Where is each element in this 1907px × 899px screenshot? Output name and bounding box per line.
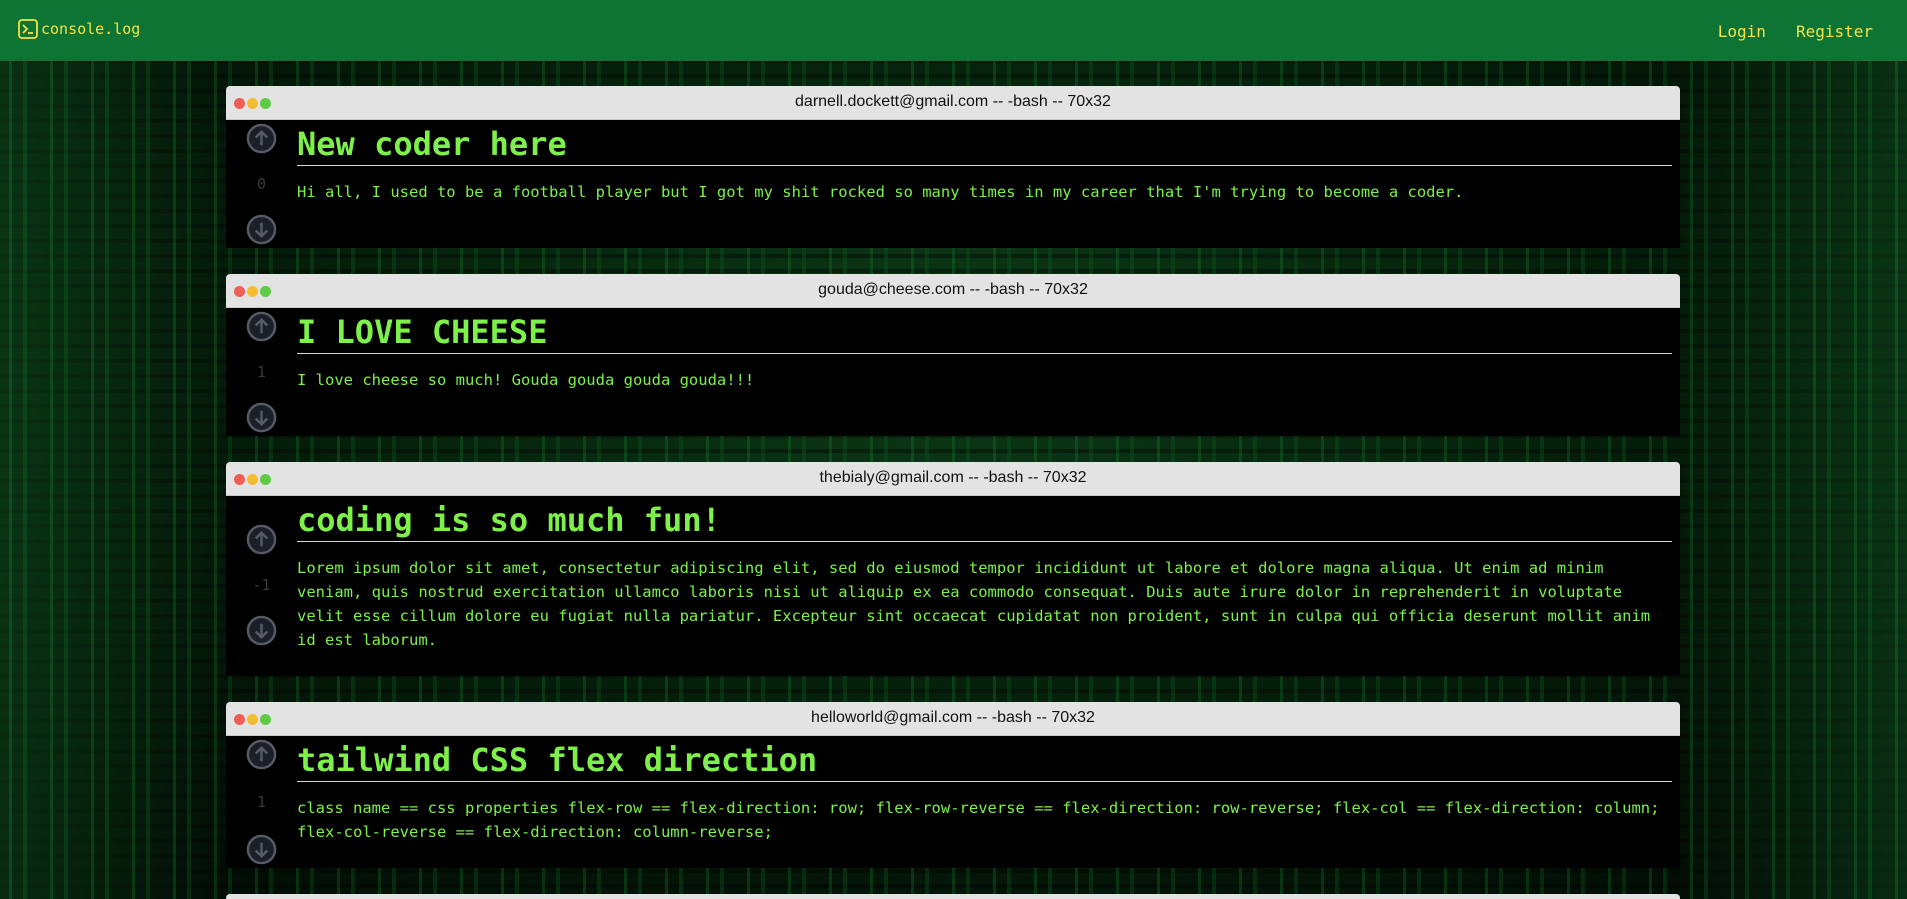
- post-card: helloworld@gmail.com -- -bash -- 70x32 1…: [226, 702, 1680, 868]
- post-content: coding is so much fun! Lorem ipsum dolor…: [297, 496, 1680, 676]
- post-body: -1 coding is so much fun! Lorem ipsum do…: [226, 496, 1680, 676]
- upvote-button[interactable]: [246, 739, 277, 770]
- post-text: Lorem ipsum dolor sit amet, consectetur …: [297, 559, 1651, 649]
- post-author: gouda@cheese.com -- -bash -- 70x32: [818, 281, 1088, 298]
- vote-column: -1: [226, 496, 297, 676]
- terminal-titlebar: thebialy@gmail.com -- -bash -- 70x32: [226, 462, 1680, 496]
- vote-column: 1: [226, 736, 297, 868]
- post-text: Hi all, I used to be a football player b…: [297, 183, 1464, 201]
- vote-score: -1: [252, 576, 271, 594]
- post-card: gouda@cheese.com -- -bash -- 70x32 1 I L…: [226, 274, 1680, 436]
- post-feed: darnell.dockett@gmail.com -- -bash -- 70…: [226, 86, 1680, 899]
- post-text: I love cheese so much! Gouda gouda gouda…: [297, 371, 755, 389]
- post-body: 0 New coder here Hi all, I used to be a …: [226, 120, 1680, 248]
- top-navbar: console.log Login Register: [0, 0, 1907, 61]
- vote-score: 0: [256, 175, 267, 193]
- post-author: darnell.dockett@gmail.com -- -bash -- 70…: [795, 93, 1111, 110]
- downvote-button[interactable]: [246, 402, 277, 433]
- vote-score: 1: [256, 363, 267, 381]
- post-title[interactable]: tailwind CSS flex direction: [297, 736, 1672, 782]
- vote-column: 0: [226, 120, 297, 248]
- post-card: darnell.dockett@gmail.com -- -bash -- 70…: [226, 86, 1680, 248]
- upvote-button[interactable]: [246, 123, 277, 154]
- terminal-titlebar: helloworld@gmail.com -- -bash -- 70x32: [226, 702, 1680, 736]
- downvote-button[interactable]: [246, 214, 277, 245]
- post-content: tailwind CSS flex direction class name =…: [297, 736, 1680, 868]
- post-author: helloworld@gmail.com -- -bash -- 70x32: [811, 709, 1095, 726]
- downvote-button[interactable]: [246, 615, 277, 646]
- next-post-titlebar-peek: [226, 894, 1680, 899]
- post-title[interactable]: coding is so much fun!: [297, 496, 1672, 542]
- post-content: I LOVE CHEESE I love cheese so much! Gou…: [297, 308, 1680, 436]
- vote-column: 1: [226, 308, 297, 436]
- post-content: New coder here Hi all, I used to be a fo…: [297, 120, 1680, 248]
- nav-links: Login Register: [1718, 22, 1873, 41]
- terminal-icon: [18, 19, 38, 39]
- upvote-button[interactable]: [246, 311, 277, 342]
- login-link[interactable]: Login: [1718, 22, 1766, 41]
- post-title[interactable]: New coder here: [297, 120, 1672, 166]
- post-author: thebialy@gmail.com -- -bash -- 70x32: [819, 469, 1087, 486]
- vote-score: 1: [256, 793, 267, 811]
- terminal-titlebar: gouda@cheese.com -- -bash -- 70x32: [226, 274, 1680, 308]
- downvote-button[interactable]: [246, 834, 277, 865]
- post-text: class name == css properties flex-row ==…: [297, 799, 1660, 841]
- terminal-titlebar: darnell.dockett@gmail.com -- -bash -- 70…: [226, 86, 1680, 120]
- register-link[interactable]: Register: [1796, 22, 1873, 41]
- post-card: thebialy@gmail.com -- -bash -- 70x32 -1 …: [226, 462, 1680, 676]
- post-body: 1 I LOVE CHEESE I love cheese so much! G…: [226, 308, 1680, 436]
- post-body: 1 tailwind CSS flex direction class name…: [226, 736, 1680, 868]
- upvote-button[interactable]: [246, 524, 277, 555]
- logo-link[interactable]: console.log: [18, 19, 140, 39]
- post-title[interactable]: I LOVE CHEESE: [297, 308, 1672, 354]
- logo-text: console.log: [41, 20, 141, 38]
